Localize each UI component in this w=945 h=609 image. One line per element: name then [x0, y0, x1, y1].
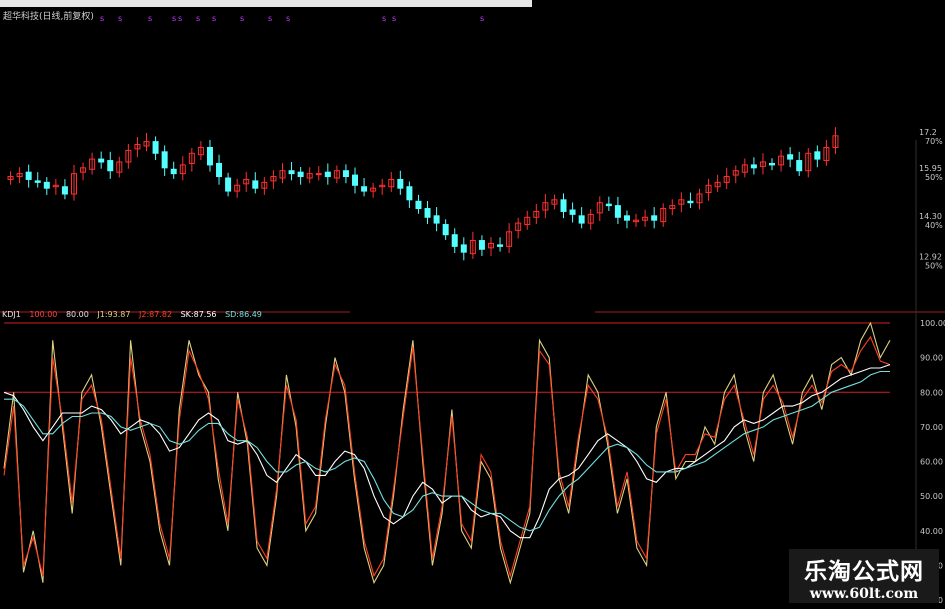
- kdj-axis-label: 80.00: [920, 388, 943, 397]
- candle-body: [424, 208, 431, 218]
- candle-body: [451, 234, 458, 247]
- price-axis-label: 15.95: [919, 164, 942, 173]
- watermark: 乐淘公式网 www.60lt.com: [789, 549, 939, 603]
- candle-body: [569, 209, 576, 215]
- candle-body: [43, 181, 50, 189]
- chart-canvas[interactable]: 17.270%15.9550%14.3040%12.9250% 100.0090…: [0, 0, 945, 609]
- candle-body: [152, 141, 159, 154]
- watermark-url: www.60lt.com: [809, 586, 919, 602]
- price-axis-label: 14.30: [919, 212, 942, 221]
- watermark-name: 乐淘公式网: [804, 559, 924, 585]
- candle-body: [415, 200, 422, 210]
- price-axis-pct: 50%: [925, 173, 943, 182]
- price-axis-pct: 40%: [925, 221, 943, 230]
- kdj-param-1: 100.00: [29, 310, 58, 319]
- kdj-axis-label: 40.00: [920, 527, 943, 536]
- candle-body: [324, 171, 331, 178]
- kdj-j2-value: J2:87.82: [139, 310, 173, 319]
- candle-body: [34, 180, 41, 183]
- candle-body: [352, 174, 359, 186]
- candle-body: [614, 205, 621, 218]
- candle-body: [25, 171, 32, 180]
- candle-body: [750, 164, 757, 169]
- candle-body: [361, 186, 368, 192]
- candle-body: [442, 224, 449, 236]
- kdj-axis-label: 50.00: [920, 492, 943, 501]
- candle-body: [288, 170, 295, 175]
- candle-body: [297, 171, 304, 178]
- price-axis-pct: 70%: [925, 137, 943, 146]
- candle-body: [61, 186, 68, 195]
- candle-body: [107, 160, 114, 172]
- price-axis-label: 12.92: [919, 252, 942, 261]
- kdj-axis-label: 100.00: [920, 319, 945, 328]
- candle-body: [342, 170, 349, 178]
- candle-body: [769, 162, 776, 166]
- candle-body: [796, 160, 803, 172]
- price-axis-pct: 50%: [925, 261, 943, 270]
- candle-body: [225, 177, 232, 192]
- candle-body: [651, 215, 658, 221]
- kdj-param-2: 80.00: [65, 310, 89, 319]
- candle-body: [252, 180, 259, 189]
- candle-body: [216, 162, 223, 178]
- kdj-axis-label: 60.00: [920, 458, 943, 467]
- kdj-j1-value: J1:93.87: [97, 310, 131, 319]
- candle-body: [460, 244, 467, 253]
- candle-body: [560, 199, 567, 212]
- candle-body: [98, 158, 105, 163]
- candle-body: [478, 240, 485, 250]
- candle-body: [605, 203, 612, 207]
- kdj-series-sk: [3, 364, 891, 539]
- price-axis-label: 17.2: [919, 128, 937, 137]
- candle-body: [315, 173, 322, 176]
- candle-body: [787, 154, 794, 160]
- candle-body: [406, 186, 413, 201]
- candle-body: [397, 178, 404, 189]
- kdj-axis-label: 90.00: [920, 354, 943, 363]
- candle-body: [578, 215, 585, 224]
- candle-body: [433, 215, 440, 224]
- candle-body: [161, 151, 168, 169]
- candle-body: [814, 151, 821, 160]
- candle-body: [687, 200, 694, 204]
- kdj-sd-value: SD:86.49: [225, 310, 262, 319]
- kdj-name: KDJ1: [2, 310, 21, 319]
- kdj-axis-label: 70.00: [920, 423, 943, 432]
- kdj-series-j1: [3, 321, 891, 585]
- candle-body: [497, 244, 504, 247]
- candle-body: [170, 168, 177, 175]
- kdj-sk-value: SK:87.56: [180, 310, 217, 319]
- kdj-header: KDJ1 100.00 80.00 J1:93.87 J2:87.82 SK:8…: [2, 310, 268, 319]
- candle-body: [623, 215, 630, 221]
- candle-body: [206, 146, 213, 166]
